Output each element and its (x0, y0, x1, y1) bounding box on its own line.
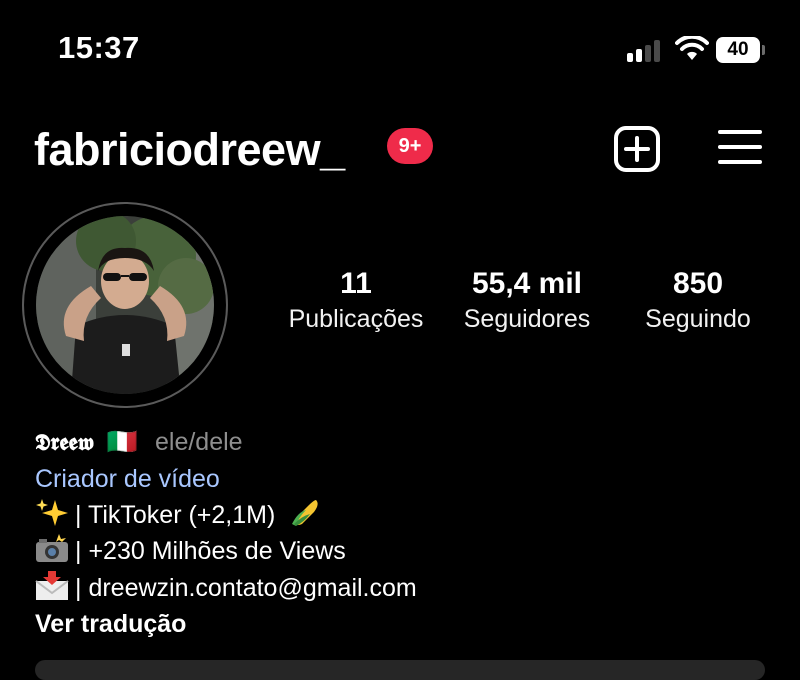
translate-link[interactable]: Ver tradução (35, 606, 186, 642)
stat-followers-value: 55,4 mil (471, 267, 583, 300)
sparkles-icon (36, 499, 68, 526)
stat-followers-label: Seguidores (463, 305, 591, 333)
corn-icon (292, 500, 318, 526)
bio-line: | +230 Milhões de Views (35, 533, 346, 569)
bio-line: | dreewzin.contato@gmail.com (35, 570, 417, 606)
flag: 🇮🇹 (106, 428, 139, 456)
stat-followers[interactable]: 55,4 mil Seguidores (449, 266, 605, 336)
avatar[interactable] (36, 216, 214, 394)
stat-posts-label: Publicações (288, 305, 424, 333)
stat-following-value: 850 (672, 267, 724, 300)
bio-line: | TikToker (+2,1M) (35, 497, 328, 533)
wifi-icon (675, 36, 709, 60)
plus-square-icon[interactable] (613, 125, 661, 173)
stat-posts-value: 11 (340, 267, 372, 300)
stat-following-label: Seguindo (645, 305, 751, 333)
notification-badge[interactable]: 9+ (387, 128, 433, 164)
envelope-arrow-icon (35, 571, 69, 600)
username[interactable]: fabriciodreew_ (34, 124, 345, 176)
battery-icon: 40 (716, 37, 765, 63)
bio-line-text: | TikToker (+2,1M) (75, 501, 276, 529)
menu-icon[interactable] (718, 128, 762, 166)
pronouns: ele/dele (155, 428, 243, 456)
edit-profile-button[interactable] (35, 660, 765, 680)
status-bar: 15:37 40 (0, 0, 800, 100)
stat-following[interactable]: 850 Seguindo (620, 266, 776, 336)
category-link[interactable]: Criador de vídeo (35, 461, 220, 497)
bio-name-line: 𝕯𝖗𝖊𝖊𝖜 🇮🇹 ele/dele (35, 424, 243, 461)
stat-posts[interactable]: 11 Publicações (278, 266, 434, 336)
camera-flash-icon (36, 534, 68, 562)
display-name: 𝕯𝖗𝖊𝖊𝖜 (35, 429, 94, 456)
status-time: 15:37 (58, 30, 140, 65)
bio-line-text: | +230 Milhões de Views (75, 537, 346, 565)
signal-icon (627, 40, 663, 62)
battery-level: 40 (716, 37, 760, 63)
bio-line-text: | dreewzin.contato@gmail.com (75, 574, 417, 602)
